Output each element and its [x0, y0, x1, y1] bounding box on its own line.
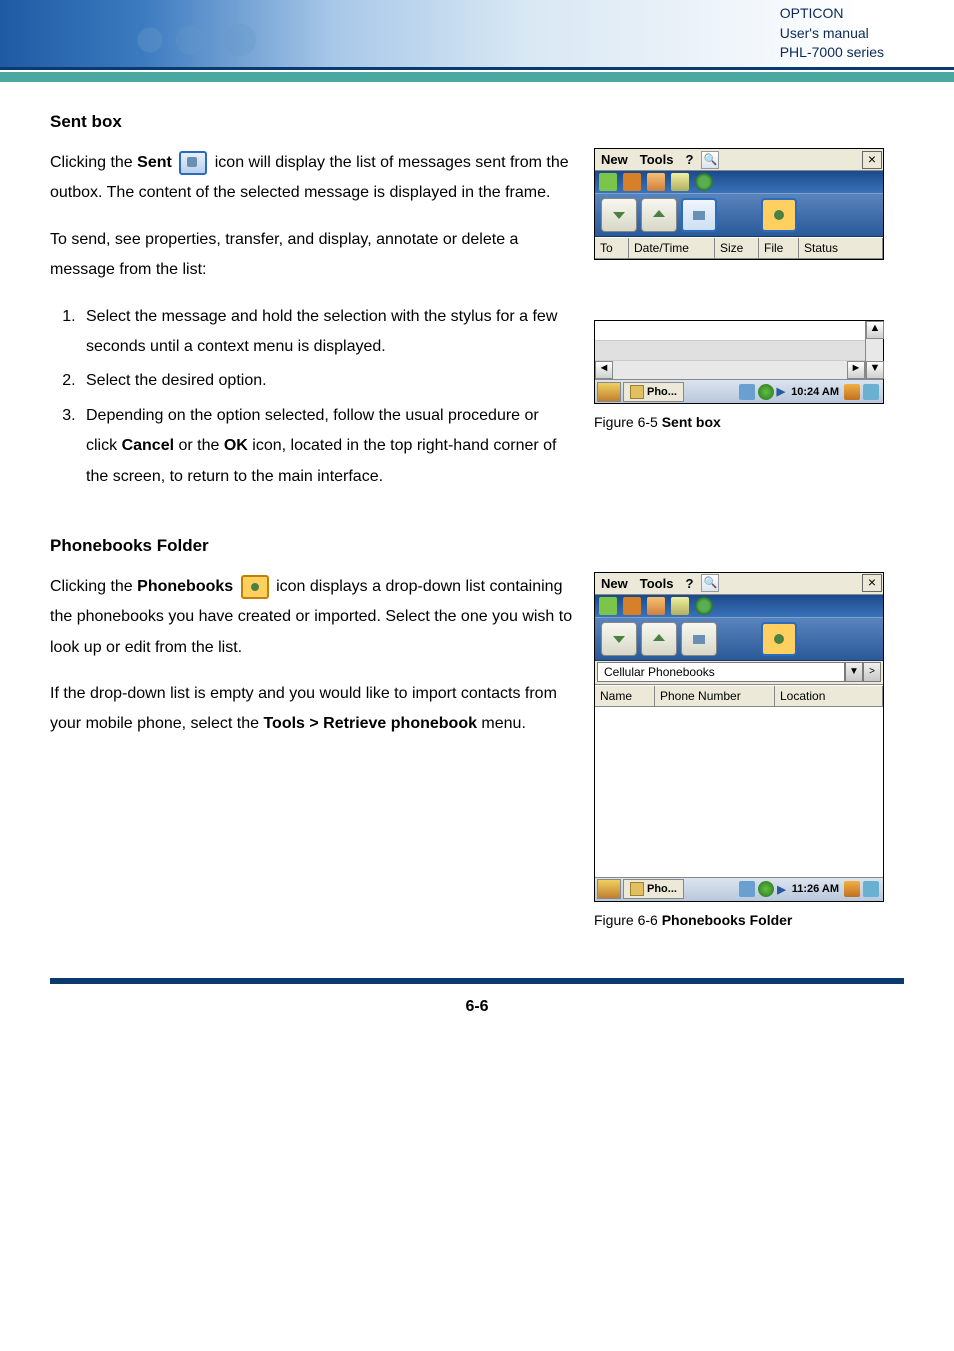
sent-paragraph-2: To send, see properties, transfer, and d…: [50, 225, 574, 286]
tb-sent-icon[interactable]: [681, 198, 717, 232]
menu-tools[interactable]: Tools: [634, 152, 680, 167]
sent-steps-list: Select the message and hold the selectio…: [80, 302, 574, 492]
phonebooks-device-screenshot: New Tools ? 🔍 ×: [594, 572, 884, 902]
sent-paragraph-1: Clicking the Sent icon will display the …: [50, 148, 574, 209]
sent-box-heading: Sent box: [50, 112, 904, 132]
device-icons-row: [595, 171, 883, 193]
app-icon: [630, 385, 644, 399]
dropdown-go-icon[interactable]: >: [863, 662, 881, 682]
status-icon-1b: [599, 597, 617, 615]
scroll-left-icon[interactable]: ◄: [595, 361, 613, 379]
zoom-icon-2[interactable]: 🔍: [701, 574, 719, 592]
globe-icon: [695, 173, 713, 191]
phonebook-dropdown[interactable]: Cellular Phonebooks: [597, 662, 845, 682]
tray-icon-3[interactable]: [844, 384, 860, 400]
start-button-2[interactable]: [597, 879, 621, 899]
figure-6-5-caption: Figure 6-5 Sent box: [594, 414, 904, 430]
phonebook-table-headers: Name Phone Number Location: [595, 685, 883, 707]
col-phone[interactable]: Phone Number: [655, 686, 775, 706]
tray-arrow-icon-2: ▶: [777, 883, 785, 896]
system-tray-1: ▶ 10:24 AM: [735, 384, 883, 400]
phonebooks-paragraph-2: If the drop-down list is empty and you w…: [50, 679, 574, 740]
system-tray-2: ▶ 11:26 AM: [735, 881, 883, 897]
tray-icon-1b[interactable]: [739, 881, 755, 897]
app-icon-2: [630, 882, 644, 896]
zoom-icon[interactable]: 🔍: [701, 151, 719, 169]
col-to[interactable]: To: [595, 238, 629, 258]
col-size[interactable]: Size: [715, 238, 759, 258]
vscroll-track[interactable]: [866, 339, 883, 361]
device-icons-row-2: [595, 595, 883, 617]
sent-lower-strip: ◄ ► ▲ ▼: [594, 320, 884, 404]
menu-help[interactable]: ?: [679, 152, 699, 167]
close-button-2[interactable]: ×: [862, 574, 882, 592]
tray-icon-4b[interactable]: [863, 881, 879, 897]
taskbar-1: Pho... ▶ 10:24 AM: [595, 379, 883, 403]
status-icon-2b: [623, 597, 641, 615]
phonebooks-paragraph-1: Clicking the Phonebooks icon displays a …: [50, 572, 574, 663]
header-text-block: OPTICON User's manual PHL-7000 series: [780, 4, 884, 63]
tb-phonebook-icon[interactable]: [761, 198, 797, 232]
tb-phonebook-icon-2[interactable]: [761, 622, 797, 656]
device-toolbar-2: [595, 617, 883, 661]
tb-down-icon-2[interactable]: [601, 622, 637, 656]
status-icon-2: [623, 173, 641, 191]
clock-time-2: 11:26 AM: [792, 883, 839, 895]
phonebooks-icon: [241, 575, 269, 599]
step-2: Select the desired option.: [80, 366, 574, 396]
step-1: Select the message and hold the selectio…: [80, 302, 574, 363]
tray-arrow-icon: ▶: [777, 385, 785, 398]
sent-table-headers: To Date/Time Size File Status: [595, 237, 883, 259]
header-banner: OPTICON User's manual PHL-7000 series: [0, 0, 954, 70]
tray-icon-3b[interactable]: [844, 881, 860, 897]
step-3: Depending on the option selected, follow…: [80, 401, 574, 492]
tray-icon-4[interactable]: [863, 384, 879, 400]
col-location[interactable]: Location: [775, 686, 883, 706]
col-file[interactable]: File: [759, 238, 799, 258]
taskbar-app-2[interactable]: Pho...: [623, 879, 684, 899]
sent-icon: [179, 151, 207, 175]
tb-up-icon-2[interactable]: [641, 622, 677, 656]
dropdown-arrow-icon[interactable]: ▼: [845, 662, 863, 682]
taskbar-2: Pho... ▶ 11:26 AM: [595, 877, 883, 901]
tb-up-icon[interactable]: [641, 198, 677, 232]
menu-new-2[interactable]: New: [595, 576, 634, 591]
menu-help-2[interactable]: ?: [679, 576, 699, 591]
scroll-right-icon[interactable]: ►: [847, 361, 865, 379]
scroll-down-icon[interactable]: ▼: [866, 361, 884, 379]
phonebooks-heading: Phonebooks Folder: [50, 536, 904, 556]
signal-icon-2: [671, 597, 689, 615]
status-icon-1: [599, 173, 617, 191]
device-toolbar: [595, 193, 883, 237]
series-label: PHL-7000 series: [780, 43, 884, 63]
figure-6-6-caption: Figure 6-6 Phonebooks Folder: [594, 912, 904, 928]
col-status[interactable]: Status: [799, 238, 883, 258]
start-button[interactable]: [597, 382, 621, 402]
close-button[interactable]: ×: [862, 151, 882, 169]
scroll-up-icon[interactable]: ▲: [866, 321, 884, 339]
tb-down-icon[interactable]: [601, 198, 637, 232]
person-icon: [647, 173, 665, 191]
col-name[interactable]: Name: [595, 686, 655, 706]
taskbar-app[interactable]: Pho...: [623, 382, 684, 402]
sent-device-screenshot: New Tools ? 🔍 ×: [594, 148, 884, 260]
menu-new[interactable]: New: [595, 152, 634, 167]
tray-icon-2[interactable]: [758, 384, 774, 400]
hscroll-track[interactable]: [613, 361, 847, 379]
menu-tools-2[interactable]: Tools: [634, 576, 680, 591]
teal-divider: [0, 72, 954, 82]
page-number: 6-6: [0, 984, 954, 1046]
phonebook-empty-body: [595, 707, 883, 877]
manual-label: User's manual: [780, 24, 884, 44]
tb-sent-icon-2[interactable]: [681, 622, 717, 656]
signal-icon: [671, 173, 689, 191]
tray-icon-1[interactable]: [739, 384, 755, 400]
brand-label: OPTICON: [780, 4, 884, 24]
col-datetime[interactable]: Date/Time: [629, 238, 715, 258]
tray-icon-2b[interactable]: [758, 881, 774, 897]
clock-time: 10:24 AM: [791, 386, 839, 398]
globe-icon-2: [695, 597, 713, 615]
person-icon-2: [647, 597, 665, 615]
